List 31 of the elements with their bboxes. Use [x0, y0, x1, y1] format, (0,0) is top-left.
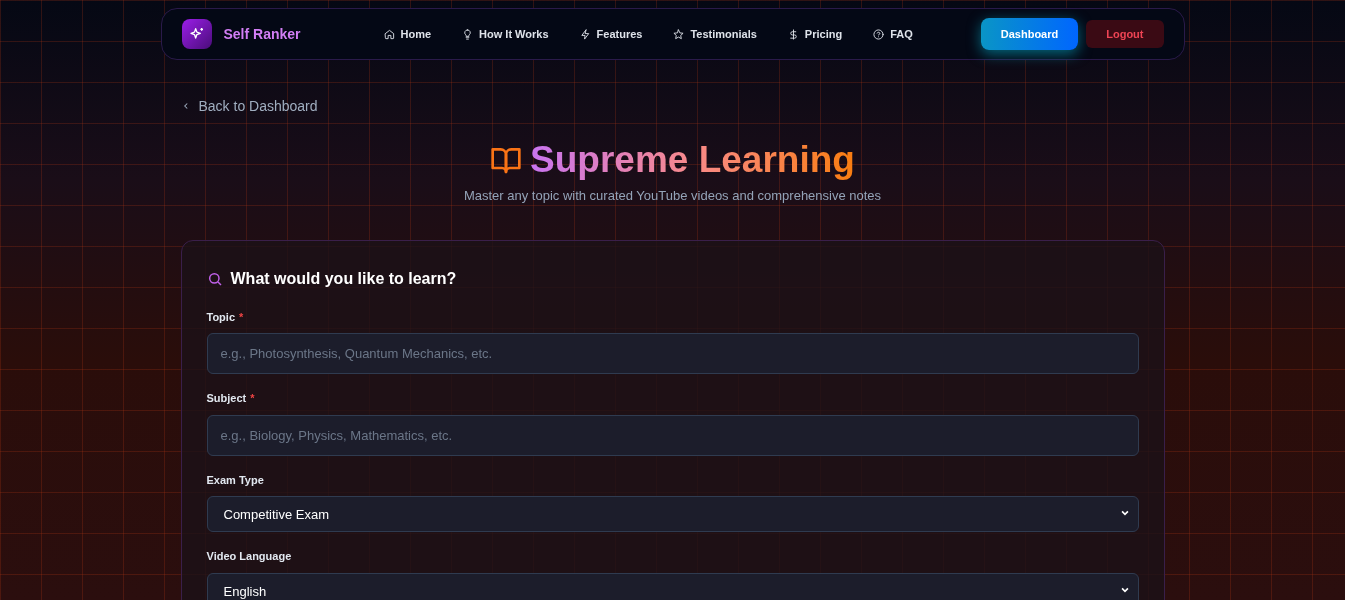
nav-link[interactable]: How It Works — [462, 25, 549, 43]
dropdown[interactable]: English — [206, 572, 1139, 600]
nav-link[interactable]: Pricing — [787, 25, 843, 43]
star-icon — [673, 28, 685, 40]
home-icon — [383, 28, 395, 40]
field-label: Exam Type — [206, 472, 264, 488]
back-link[interactable]: Back to Dashboard — [180, 95, 318, 117]
page-subtitle: Master any topic with curated YouTube videos and comprehensive notes — [463, 187, 882, 205]
dollar-icon — [787, 28, 799, 40]
search-icon — [206, 270, 223, 287]
field-label: Video Language — [206, 549, 292, 564]
logout-button[interactable]: Logout — [1086, 20, 1164, 48]
help-icon — [873, 28, 885, 40]
nav-link[interactable]: Home — [383, 25, 432, 43]
dashboard-button[interactable]: Dashboard — [980, 18, 1079, 50]
lightning-icon — [579, 28, 591, 40]
dropdown[interactable]: Competitive Exam — [206, 496, 1139, 532]
text-field[interactable]: e.g., Biology, Physics, Mathematics, etc. — [206, 414, 1139, 456]
nav-link[interactable]: Testimonials — [673, 25, 757, 43]
nav-link[interactable]: FAQ — [873, 25, 913, 43]
nav-link[interactable]: Features — [579, 25, 643, 43]
lightbulb-icon — [462, 28, 474, 40]
field-label: Subject — [206, 391, 247, 406]
form-title: What would you like to learn? — [230, 268, 457, 289]
brand-name[interactable]: Self Ranker — [223, 23, 301, 45]
required-marker: * — [239, 309, 244, 325]
sparkle-logo-icon — [181, 19, 212, 49]
field-label: Topic — [206, 309, 235, 325]
required-marker: * — [250, 391, 255, 406]
chevron-down-icon — [1119, 508, 1130, 518]
text-field[interactable]: e.g., Photosynthesis, Quantum Mechanics, etc. — [206, 333, 1139, 374]
